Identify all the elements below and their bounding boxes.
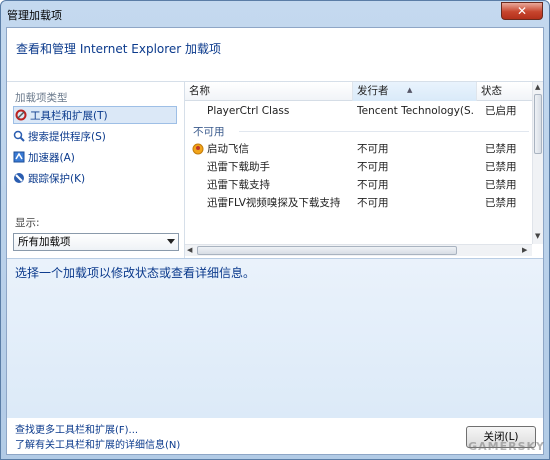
addon-status: 已启用: [485, 105, 517, 117]
addon-status: 已禁用: [485, 161, 517, 173]
addon-types-heading: 加载项类型: [15, 92, 68, 104]
chevron-down-icon: [167, 239, 175, 244]
sidebar-item-toolbars[interactable]: 工具栏和扩展(T): [13, 106, 177, 124]
toolbar-gear-icon: [15, 109, 27, 121]
search-icon: [13, 130, 25, 142]
column-header-status[interactable]: 状态: [477, 82, 532, 101]
column-header-name[interactable]: 名称: [185, 82, 353, 101]
group-header: 不可用: [185, 122, 532, 140]
header-title: 查看和管理 Internet Explorer 加载项: [16, 42, 222, 56]
scroll-right-icon[interactable]: ▶: [522, 246, 527, 254]
horizontal-scroll-thumb[interactable]: [197, 246, 457, 255]
addon-list: 名称 发行者 ▲ 状态 PlayerCtrl Class Tencent Tec…: [185, 82, 543, 258]
table-row[interactable]: 迅雷下载支持 不可用 已禁用: [185, 176, 532, 194]
addon-status: 已禁用: [485, 197, 517, 209]
sidebar-item-label: 搜索提供程序(S): [28, 130, 106, 143]
scroll-left-icon[interactable]: ◀: [187, 246, 192, 254]
addon-publisher: 不可用: [357, 161, 389, 173]
sort-ascending-icon: ▲: [407, 86, 413, 94]
addon-name: 迅雷下载助手: [207, 161, 270, 173]
sidebar-item-label: 跟踪保护(K): [28, 172, 86, 185]
accelerator-icon: [13, 151, 25, 163]
header: 查看和管理 Internet Explorer 加载项: [7, 28, 543, 82]
addon-publisher: 不可用: [357, 179, 389, 191]
addon-publisher: 不可用: [357, 197, 389, 209]
group-divider: [239, 131, 529, 132]
addon-name: 迅雷下载支持: [207, 179, 270, 191]
window-close-button[interactable]: ✕: [501, 2, 543, 20]
manage-addons-window: 管理加载项 ✕ 查看和管理 Internet Explorer 加载项 加载项类…: [0, 0, 550, 460]
addon-name: 迅雷FLV视频嗅探及下载支持: [207, 197, 341, 209]
window-title: 管理加载项: [7, 9, 62, 22]
watermark: GAMERSKY: [468, 440, 545, 453]
tracking-protection-icon: [13, 172, 25, 184]
table-row[interactable]: 启动飞信 不可用 已禁用: [185, 140, 532, 158]
sidebar-item-tracking-protection[interactable]: 跟踪保护(K): [13, 169, 85, 187]
title-bar[interactable]: 管理加载项 ✕: [1, 1, 549, 27]
find-more-toolbars-link[interactable]: 查找更多工具栏和扩展(F)...: [15, 421, 138, 436]
fetion-icon: [192, 143, 204, 155]
column-header-publisher-label: 发行者: [357, 85, 389, 97]
addon-status: 已禁用: [485, 143, 517, 155]
vertical-scroll-thumb[interactable]: [534, 94, 542, 154]
sidebar-item-accelerators[interactable]: 加速器(A): [13, 148, 75, 166]
addon-publisher: Tencent Technology(S...: [357, 105, 475, 117]
addon-name: 启动飞信: [207, 143, 249, 155]
addon-status: 已禁用: [485, 179, 517, 191]
addon-publisher: 不可用: [357, 143, 389, 155]
list-header: 名称 发行者 ▲ 状态: [185, 82, 532, 101]
table-row[interactable]: PlayerCtrl Class Tencent Technology(S...…: [185, 102, 532, 120]
details-hint: 选择一个加载项以修改状态或查看详细信息。: [15, 266, 256, 280]
table-row[interactable]: 迅雷FLV视频嗅探及下载支持 不可用 已禁用: [185, 194, 532, 212]
scroll-down-icon[interactable]: ▼: [535, 232, 540, 240]
horizontal-scrollbar[interactable]: ◀ ▶: [185, 244, 532, 256]
show-label: 显示:: [15, 217, 40, 229]
scroll-up-icon[interactable]: ▲: [535, 83, 540, 91]
dialog-client-area: 查看和管理 Internet Explorer 加载项 加载项类型 工具栏和扩展…: [6, 27, 544, 455]
sidebar-item-label: 加速器(A): [28, 151, 75, 164]
addon-name: PlayerCtrl Class: [207, 105, 290, 117]
group-label: 不可用: [193, 126, 225, 138]
column-header-publisher[interactable]: 发行者 ▲: [353, 82, 477, 101]
sidebar-item-search-providers[interactable]: 搜索提供程序(S): [13, 127, 106, 145]
show-dropdown[interactable]: 所有加载项: [13, 233, 179, 251]
sidebar: 加载项类型 工具栏和扩展(T) 搜索提供程序(S) 加速器(A) 跟踪保护(K)…: [7, 82, 185, 258]
sidebar-item-label: 工具栏和扩展(T): [30, 109, 108, 122]
footer: 查找更多工具栏和扩展(F)... 了解有关工具栏和扩展的详细信息(N) 关闭(L…: [7, 418, 543, 454]
details-pane: 选择一个加载项以修改状态或查看详细信息。: [7, 258, 543, 418]
vertical-scrollbar[interactable]: ▲ ▼: [532, 82, 543, 244]
show-dropdown-value: 所有加载项: [18, 236, 71, 248]
table-row[interactable]: 迅雷下载助手 不可用 已禁用: [185, 158, 532, 176]
learn-more-toolbars-link[interactable]: 了解有关工具栏和扩展的详细信息(N): [15, 436, 180, 451]
